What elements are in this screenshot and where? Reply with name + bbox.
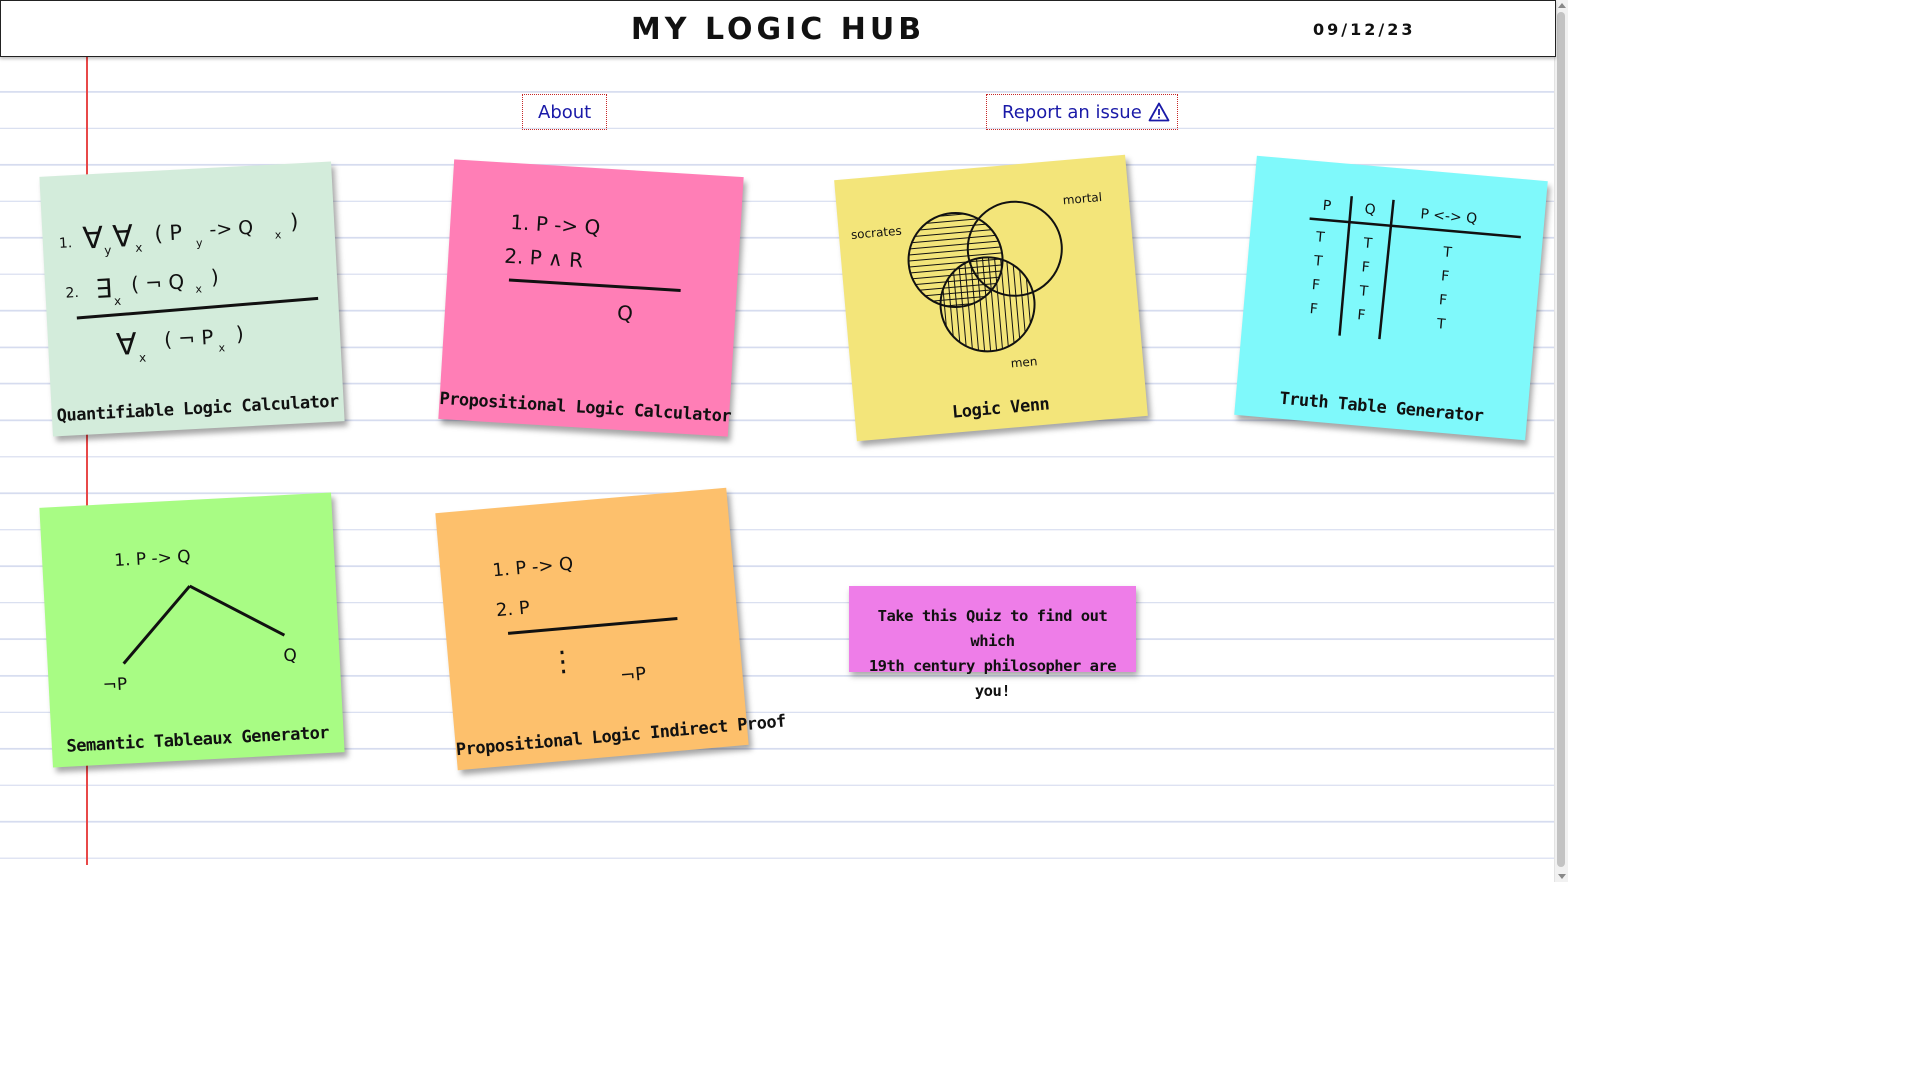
svg-text:x: x bbox=[218, 341, 226, 354]
svg-text:F: F bbox=[1361, 259, 1370, 276]
quiz-line-1: Take this Quiz to find out which bbox=[877, 607, 1108, 650]
svg-text:F: F bbox=[1438, 292, 1447, 309]
vertical-scrollbar[interactable] bbox=[1554, 0, 1568, 882]
svg-text:( P: ( P bbox=[154, 220, 183, 245]
svg-text:T: T bbox=[1358, 283, 1369, 300]
note-propositional-indirect-proof[interactable]: 1. P -> Q 2. P ⋮ ¬P Propositional Logic … bbox=[435, 487, 787, 771]
svg-text:F: F bbox=[1309, 301, 1318, 318]
philosopher-quiz-button[interactable]: Take this Quiz to find out which 19th ce… bbox=[849, 586, 1136, 700]
svg-text:2.: 2. bbox=[65, 285, 79, 302]
report-issue-link[interactable]: Report an issue bbox=[986, 94, 1178, 130]
svg-text:y: y bbox=[196, 236, 204, 249]
svg-text:( ¬ P: ( ¬ P bbox=[163, 325, 214, 352]
svg-text:∀: ∀ bbox=[115, 327, 138, 363]
svg-text:): ) bbox=[210, 265, 219, 289]
svg-text:P: P bbox=[1322, 198, 1332, 215]
svg-text:∀: ∀ bbox=[82, 221, 105, 257]
svg-text:x: x bbox=[195, 282, 203, 295]
svg-text:T: T bbox=[1441, 244, 1452, 261]
svg-text:T: T bbox=[1314, 229, 1325, 246]
scroll-up-arrow-icon[interactable] bbox=[1558, 3, 1566, 8]
svg-text:T: T bbox=[1435, 316, 1446, 333]
svg-text:x: x bbox=[139, 350, 147, 364]
svg-text:( ¬ Q: ( ¬ Q bbox=[131, 269, 185, 296]
report-issue-label: Report an issue bbox=[1002, 102, 1142, 123]
svg-text:): ) bbox=[289, 209, 298, 233]
svg-text:∀: ∀ bbox=[112, 219, 135, 255]
svg-text:Q: Q bbox=[616, 301, 633, 326]
svg-text:Q: Q bbox=[1364, 201, 1376, 218]
svg-text:y: y bbox=[104, 243, 112, 257]
svg-text:Q: Q bbox=[283, 646, 297, 667]
about-link-label: About bbox=[538, 102, 592, 123]
note-quantifiable-logic-calculator[interactable]: 1. ∀ y ∀ x ( P y -> Q x ) 2. ∃ x ( ¬ Q x… bbox=[39, 161, 345, 437]
svg-text:T: T bbox=[1312, 253, 1323, 270]
svg-text:⋮: ⋮ bbox=[547, 644, 578, 679]
svg-text:socrates: socrates bbox=[850, 224, 902, 242]
svg-text:2. P ∧ R: 2. P ∧ R bbox=[504, 244, 584, 273]
svg-text:x: x bbox=[114, 294, 122, 308]
svg-text:men: men bbox=[1010, 354, 1038, 370]
svg-text:F: F bbox=[1440, 268, 1449, 285]
svg-text:1. P -> Q: 1. P -> Q bbox=[114, 547, 191, 571]
note-propositional-logic-calculator[interactable]: 1. P -> Q 2. P ∧ R Q Propositional Logic… bbox=[438, 159, 744, 437]
svg-text:x: x bbox=[135, 241, 143, 255]
svg-text:1. P -> Q: 1. P -> Q bbox=[492, 553, 574, 581]
svg-text:2. P: 2. P bbox=[495, 597, 531, 621]
svg-text:): ) bbox=[235, 321, 244, 345]
svg-text:1.: 1. bbox=[59, 235, 73, 252]
note-truth-table-generator[interactable]: P Q P <-> Q T T F F T F T F T F F T Trut… bbox=[1234, 155, 1548, 441]
svg-text:P <-> Q: P <-> Q bbox=[1420, 206, 1478, 227]
scrollbar-thumb[interactable] bbox=[1557, 12, 1565, 867]
svg-text:-> Q: -> Q bbox=[209, 217, 254, 241]
svg-text:∃: ∃ bbox=[95, 274, 113, 305]
notebook-page: MY LOGIC HUB 09/12/23 About Report an is… bbox=[0, 0, 1568, 882]
svg-text:mortal: mortal bbox=[1062, 190, 1102, 207]
scroll-down-arrow-icon[interactable] bbox=[1558, 874, 1566, 879]
svg-text:x: x bbox=[274, 228, 282, 241]
quiz-line-2: 19th century philosopher are you! bbox=[868, 657, 1117, 700]
svg-text:F: F bbox=[1357, 307, 1366, 324]
header-date: 09/12/23 bbox=[1313, 20, 1416, 39]
svg-text:T: T bbox=[1362, 235, 1373, 252]
note-semantic-tableaux-generator[interactable]: 1. P -> Q ¬P Q Semantic Tableaux Generat… bbox=[39, 492, 345, 768]
note-logic-venn[interactable]: socrates mortal men Logic Venn bbox=[834, 154, 1148, 442]
svg-text:F: F bbox=[1311, 277, 1320, 294]
site-header: MY LOGIC HUB 09/12/23 bbox=[0, 0, 1556, 57]
about-link[interactable]: About bbox=[522, 94, 607, 130]
warning-triangle-icon bbox=[1148, 102, 1170, 122]
svg-text:1. P -> Q: 1. P -> Q bbox=[510, 210, 601, 239]
svg-text:¬P: ¬P bbox=[619, 663, 647, 686]
svg-text:¬P: ¬P bbox=[102, 674, 128, 695]
